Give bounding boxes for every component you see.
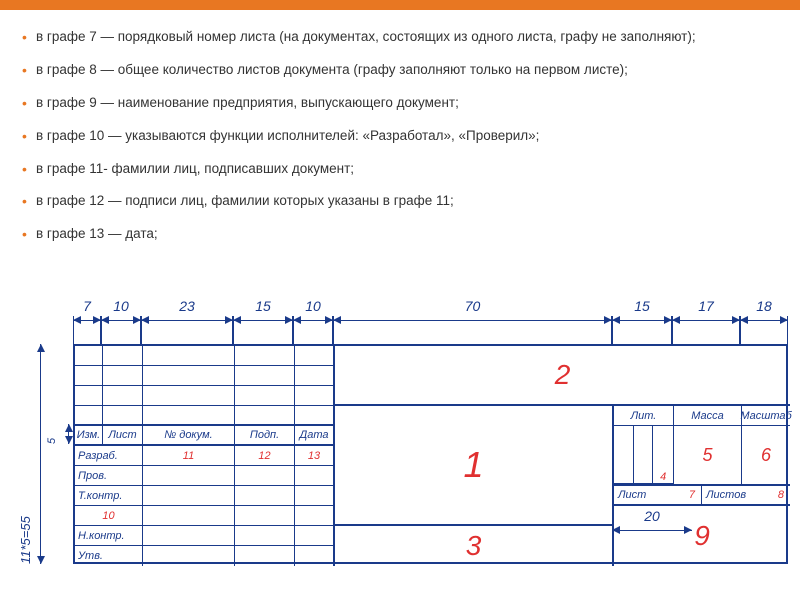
- hdr-izm: Изм.: [75, 426, 103, 446]
- bullet-item: в графе 13 — дата;: [22, 225, 778, 244]
- val-6: 6: [742, 426, 790, 486]
- dim-top-10: 10: [293, 300, 333, 340]
- hdr-doc: № докум.: [143, 426, 235, 446]
- bullet-item: в графе 12 — подписи лиц, фамилии которы…: [22, 192, 778, 211]
- dim-top-70: 70: [333, 300, 612, 340]
- top-dimensions: 71023151070151718: [10, 300, 790, 340]
- val-12: 12: [235, 446, 295, 466]
- dim-top-7: 7: [73, 300, 101, 340]
- dim-top-10: 10: [101, 300, 141, 340]
- dim-top-23: 23: [141, 300, 233, 340]
- zone-3: 3: [335, 526, 614, 566]
- row-tkontr: Т.контр.: [75, 486, 143, 506]
- row-nkontr: Н.контр.: [75, 526, 143, 546]
- val-13: 13: [295, 446, 335, 466]
- val-7: 7: [689, 489, 695, 501]
- bullet-item: в графе 10 — указываются функции исполни…: [22, 127, 778, 146]
- dim-top-18: 18: [740, 300, 788, 340]
- hdr-data: Дата: [295, 426, 335, 446]
- val-5: 5: [674, 426, 742, 486]
- row-razrab: Разраб.: [75, 446, 143, 466]
- hdr-lit: Лит.: [614, 406, 674, 426]
- dim-top-17: 17: [672, 300, 740, 340]
- hdr-list: Лист: [103, 426, 143, 446]
- val-8: 8: [778, 489, 784, 501]
- row-prov: Пров.: [75, 466, 143, 486]
- dim-bot-20: 20: [612, 510, 692, 550]
- lit-cell: 4: [614, 426, 674, 486]
- row-utv: Утв.: [75, 546, 143, 566]
- hdr-mashtab: Масштаб: [742, 406, 790, 426]
- val-11: 11: [143, 446, 235, 466]
- bullet-list: в графе 7 — порядковый номер листа (на д…: [0, 10, 800, 268]
- val-4: 4: [653, 426, 673, 484]
- bullet-item: в графе 8 — общее количество листов доку…: [22, 61, 778, 80]
- listov-cell: Листов 8: [702, 486, 790, 506]
- bullet-item: в графе 11- фамилии лиц, подписавших док…: [22, 160, 778, 179]
- title-block-diagram: 71023151070151718 11*5=55 5 Изм. Лист № …: [10, 300, 790, 590]
- bullet-item: в графе 7 — порядковый номер листа (на д…: [22, 28, 778, 47]
- hdr-podp: Подп.: [235, 426, 295, 446]
- bullet-item: в графе 9 — наименование предприятия, вы…: [22, 94, 778, 113]
- dim-top-15: 15: [612, 300, 672, 340]
- header-bar: [0, 0, 800, 10]
- list-cell: Лист 7: [614, 486, 702, 506]
- dim-top-15: 15: [233, 300, 293, 340]
- zone-2: 2: [335, 346, 790, 406]
- val-10: 10: [75, 506, 143, 526]
- hdr-massa: Масса: [674, 406, 742, 426]
- zone-1: 1: [335, 406, 614, 526]
